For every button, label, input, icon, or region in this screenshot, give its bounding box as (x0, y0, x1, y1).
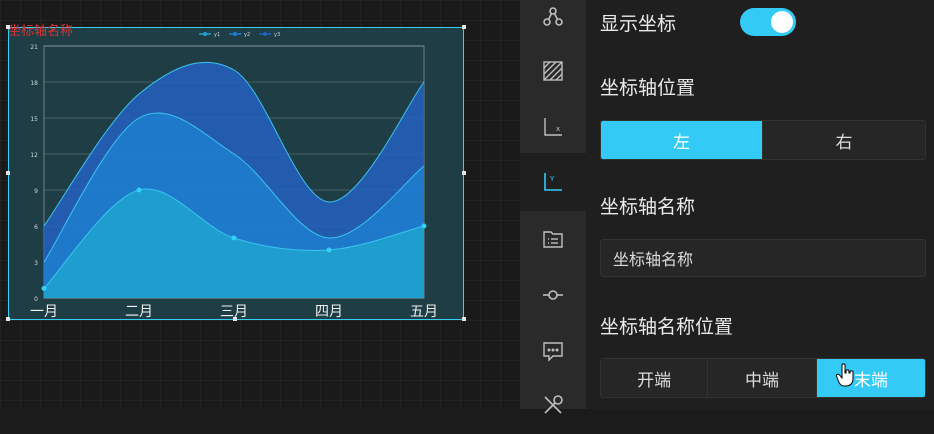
legend-marker (203, 32, 207, 36)
axis-name-label: 坐标轴名称 (600, 196, 696, 218)
legend-marker (233, 32, 237, 36)
axis-position-right-option[interactable]: 右 (763, 121, 925, 159)
y-tick-label: 3 (34, 260, 38, 267)
x-tick-label: 一月 (30, 304, 58, 320)
editor-canvas[interactable]: 0 3 6 9 12 15 18 21 一月 二月 三月 四月 五月 y1 y2 y3 坐标轴名称 (0, 0, 520, 409)
point-y1 (231, 235, 237, 241)
resize-handle-br[interactable] (462, 317, 466, 321)
point-y1 (136, 187, 142, 193)
rail-item-x-axis[interactable]: x (520, 98, 586, 156)
resize-handle-bm[interactable] (233, 317, 237, 321)
legend-marker (263, 32, 267, 36)
point-y1 (41, 285, 47, 291)
axis-name-position-start-option[interactable]: 开端 (601, 359, 709, 397)
axis-position-segmented: 左 右 (600, 120, 926, 160)
x-tick-label: 二月 (125, 304, 153, 320)
rail-item-tooltip[interactable] (520, 322, 586, 380)
legend-label: y3 (274, 32, 280, 38)
svg-text:x: x (556, 125, 560, 133)
resize-handle-bl[interactable] (6, 317, 10, 321)
point-y1 (326, 247, 332, 253)
axis-position-label: 坐标轴位置 (600, 77, 696, 99)
resize-handle-tl[interactable] (6, 25, 10, 29)
axis-name-position-end-option[interactable]: 末端 (816, 359, 925, 397)
y-tick-label: 9 (34, 188, 38, 195)
x-tick-label: 五月 (410, 304, 438, 320)
resize-handle-tr[interactable] (462, 25, 466, 29)
rail-item-nodes[interactable] (520, 0, 586, 46)
axis-name-position-middle-option[interactable]: 中端 (708, 359, 817, 397)
nodes-icon (543, 7, 563, 26)
rail-item-pattern[interactable] (520, 42, 586, 100)
chart-axis-name: 坐标轴名称 (8, 24, 74, 39)
show-axis-label: 显示坐标 (600, 13, 677, 35)
y-tick-label: 21 (30, 44, 38, 51)
legend-label: y2 (244, 32, 250, 38)
show-axis-toggle[interactable] (740, 8, 796, 36)
y-tick-label: 12 (30, 152, 38, 159)
tooltip-icon (543, 342, 563, 362)
axis-settings-panel: 显示坐标 坐标轴位置 左 右 坐标轴名称 坐标轴名称位置 开端 中端 末端 (586, 0, 934, 409)
axis-name-position-segmented: 开端 中端 末端 (600, 358, 926, 398)
y-tick-label: 0 (34, 296, 38, 303)
rail-item-series[interactable] (520, 266, 586, 324)
tools-icon (544, 395, 563, 414)
y-axis-icon: Y (544, 173, 562, 191)
axis-name-position-label: 坐标轴名称位置 (600, 316, 734, 338)
resize-handle-ml[interactable] (6, 171, 10, 175)
axis-name-input[interactable] (600, 239, 926, 277)
hand-cursor-icon (835, 363, 854, 387)
point-y1 (421, 223, 427, 229)
y-tick-label: 18 (30, 80, 38, 87)
x-axis-icon: x (544, 118, 562, 136)
x-tick-label: 四月 (315, 304, 343, 320)
legend-label: y1 (214, 32, 220, 38)
toggle-knob (771, 11, 793, 33)
rail-item-tools[interactable] (520, 376, 586, 434)
y-tick-label: 6 (34, 224, 38, 231)
svg-text:Y: Y (549, 175, 555, 183)
rail-item-y-axis[interactable]: Y (520, 153, 586, 211)
series-icon (543, 290, 563, 300)
settings-icon-rail: x Y (520, 0, 586, 414)
list-icon (543, 231, 563, 248)
resize-handle-mr[interactable] (462, 171, 466, 175)
rail-item-list[interactable] (520, 210, 586, 268)
pattern-icon (543, 61, 563, 81)
axis-position-left-option[interactable]: 左 (601, 121, 763, 159)
area-chart: 036912151821一月 二月 三月 四月 五月y1 y2 y3 (30, 32, 438, 320)
y-tick-label: 15 (30, 116, 38, 123)
chart-widget[interactable]: 0 3 6 9 12 15 18 21 一月 二月 三月 四月 五月 y1 y2 y3 (8, 27, 464, 320)
